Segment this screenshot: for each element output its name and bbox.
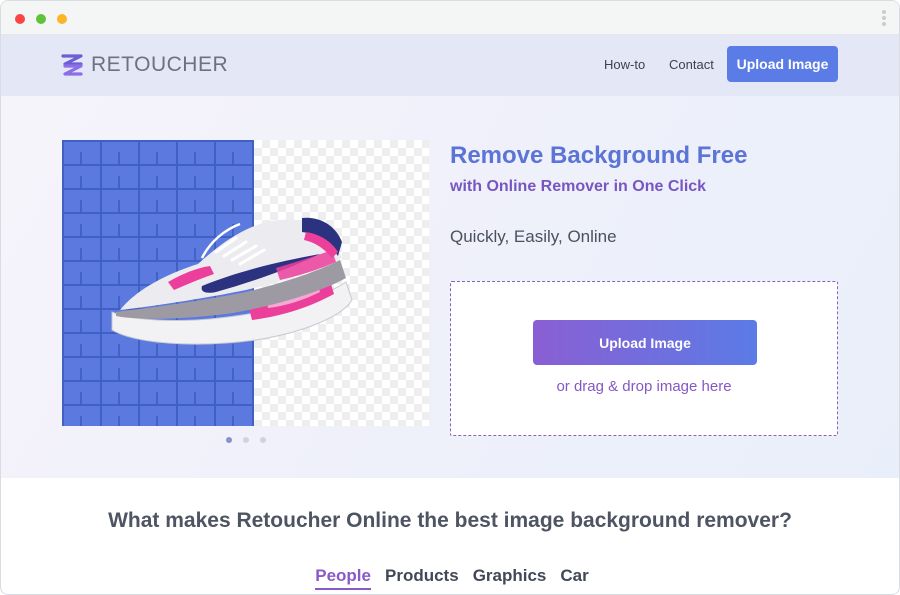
browser-window: RETOUCHER How-to Contact Upload Image Re… — [0, 0, 900, 595]
nav-link-how-to[interactable]: How-to — [604, 57, 645, 72]
upload-image-button[interactable]: Upload Image — [533, 320, 757, 365]
hero-sample-image — [62, 140, 429, 426]
sneaker-image — [111, 217, 353, 345]
category-tabs: People Products Graphics Car — [1, 566, 899, 590]
retoucher-logo[interactable]: RETOUCHER — [61, 53, 228, 77]
site-navbar: RETOUCHER How-to Contact Upload Image — [1, 35, 899, 96]
tab-products[interactable]: Products — [385, 566, 459, 590]
logo-text: RETOUCHER — [91, 53, 229, 76]
hero-tagline: Quickly, Easily, Online — [450, 227, 617, 246]
more-options-icon[interactable] — [881, 10, 887, 28]
tab-graphics[interactable]: Graphics — [473, 566, 547, 590]
drag-drop-hint: or drag & drop image here — [556, 378, 732, 395]
hero-title: Remove Background Free — [450, 142, 748, 169]
minimize-window-button[interactable] — [36, 14, 46, 24]
carousel-dot[interactable] — [226, 437, 232, 443]
maximize-window-button[interactable] — [57, 14, 67, 24]
tab-people[interactable]: People — [315, 566, 371, 590]
tab-car[interactable]: Car — [560, 566, 588, 590]
image-dropzone[interactable]: Upload Image or drag & drop image here — [450, 281, 838, 436]
features-heading: What makes Retoucher Online the best ima… — [108, 509, 792, 532]
header-upload-image-button[interactable]: Upload Image — [727, 46, 838, 82]
hero-subtitle: with Online Remover in One Click — [450, 178, 707, 195]
carousel-dot[interactable] — [243, 437, 249, 443]
close-window-button[interactable] — [15, 14, 25, 24]
nav-link-contact[interactable]: Contact — [669, 57, 714, 72]
carousel-dot[interactable] — [260, 437, 266, 443]
carousel-indicators — [226, 437, 266, 443]
window-titlebar — [1, 1, 899, 35]
hero-section: Remove Background Free with Online Remov… — [1, 96, 899, 478]
retoucher-logo-icon — [61, 54, 83, 76]
